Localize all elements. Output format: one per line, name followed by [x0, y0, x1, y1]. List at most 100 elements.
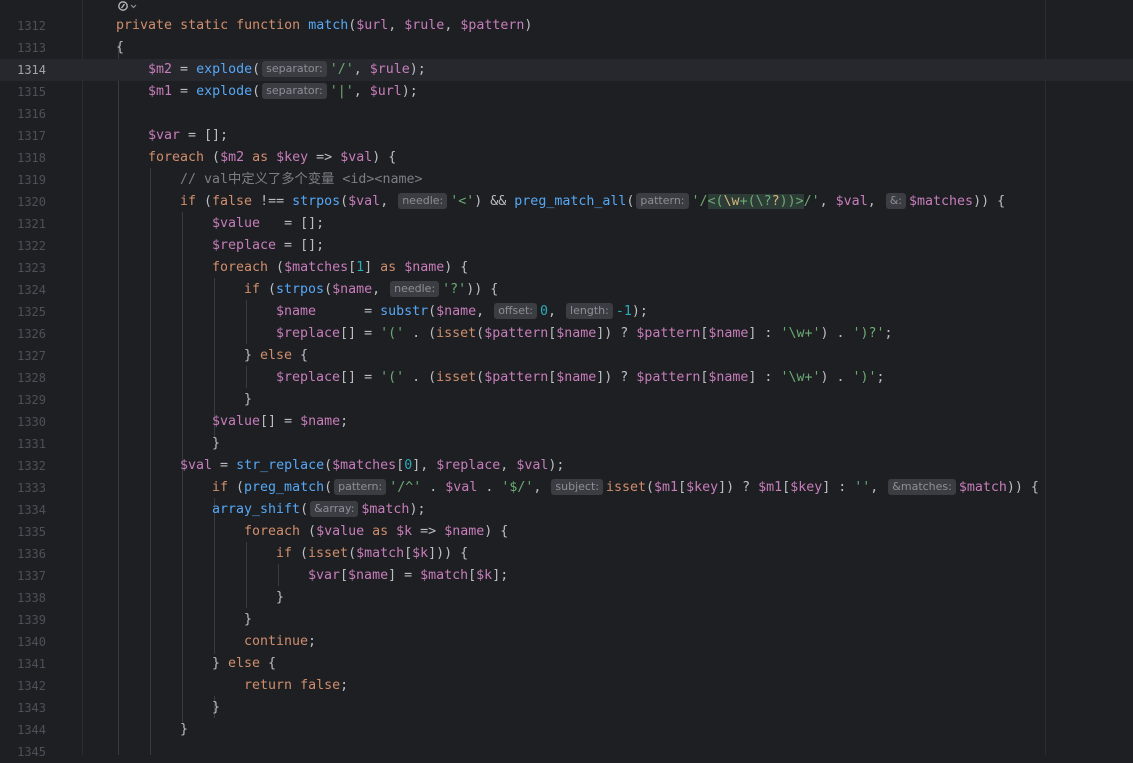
code-line[interactable]: 1325 $name = substr($name, offset: 0, leng…: [0, 301, 1133, 323]
line-number[interactable]: 1341: [0, 653, 46, 675]
line-number[interactable]: 1344: [0, 719, 46, 741]
code-text[interactable]: }: [212, 433, 220, 455]
line-number[interactable]: 1313: [0, 37, 46, 59]
code-text[interactable]: $var = [];: [148, 125, 228, 147]
code-line[interactable]: 1313 {: [0, 37, 1133, 59]
code-line[interactable]: 1317 $var = [];: [0, 125, 1133, 147]
code-line[interactable]: 1333 if (preg_match(pattern: '/^' . $val .…: [0, 477, 1133, 499]
code-line[interactable]: 1319 // val中定义了多个变量 <id><name>: [0, 169, 1133, 191]
code-line[interactable]: 1314 $m2 = explode(separator: '/', $rule);: [0, 59, 1133, 81]
code-line[interactable]: 1318 foreach ($m2 as $key => $val) {: [0, 147, 1133, 169]
code-text[interactable]: }: [180, 719, 188, 741]
line-number[interactable]: 1323: [0, 257, 46, 279]
line-number[interactable]: 1335: [0, 521, 46, 543]
code-text[interactable]: } else {: [212, 653, 276, 675]
code-line[interactable]: 1338}: [0, 587, 1133, 609]
line-number[interactable]: 1316: [0, 103, 46, 125]
code-line[interactable]: 1335 foreach ($value as $k => $name) {: [0, 521, 1133, 543]
line-number[interactable]: 1327: [0, 345, 46, 367]
code-line[interactable]: 1342 return false;: [0, 675, 1133, 697]
code-line[interactable]: 1343}: [0, 697, 1133, 719]
line-number[interactable]: 1322: [0, 235, 46, 257]
ai-inlay-icon[interactable]: [118, 0, 148, 14]
code-line[interactable]: 1327 } else {: [0, 345, 1133, 367]
code-line[interactable]: 1320 if (false !== strpos($val, needle: '<…: [0, 191, 1133, 213]
code-text[interactable]: $m2 = explode(separator: '/', $rule);: [148, 59, 426, 81]
code-line[interactable]: 1345: [0, 741, 1133, 763]
code-text[interactable]: foreach ($m2 as $key => $val) {: [148, 147, 396, 169]
line-number[interactable]: 1319: [0, 169, 46, 191]
line-number[interactable]: 1333: [0, 477, 46, 499]
code-text[interactable]: $value = [];: [212, 213, 324, 235]
line-number[interactable]: 1314: [0, 59, 46, 81]
code-line[interactable]: 1324 if (strpos($name, needle: '?')) {: [0, 279, 1133, 301]
code-text[interactable]: $var[$name] = $match[$k];: [308, 565, 508, 587]
code-text[interactable]: }: [212, 697, 220, 719]
code-text[interactable]: return false;: [244, 675, 348, 697]
line-number[interactable]: 1343: [0, 697, 46, 719]
line-number[interactable]: 1328: [0, 367, 46, 389]
line-number[interactable]: 1345: [0, 741, 46, 763]
code-line[interactable]: 1336 if (isset($match[$k])) {: [0, 543, 1133, 565]
code-line[interactable]: 1341 } else {: [0, 653, 1133, 675]
code-text[interactable]: {: [116, 37, 124, 59]
line-number[interactable]: 1337: [0, 565, 46, 587]
code-text[interactable]: if (false !== strpos($val, needle: '<') &…: [180, 191, 1005, 213]
code-text[interactable]: if (isset($match[$k])) {: [276, 543, 468, 565]
line-number[interactable]: 1334: [0, 499, 46, 521]
code-line[interactable]: 1316: [0, 103, 1133, 125]
code-line[interactable]: 1328 $replace[] = '(' . (isset($pattern[$…: [0, 367, 1133, 389]
line-number[interactable]: 1340: [0, 631, 46, 653]
code-text[interactable]: }: [244, 609, 252, 631]
line-number[interactable]: 1321: [0, 213, 46, 235]
code-text[interactable]: $replace[] = '(' . (isset($pattern[$name…: [276, 323, 893, 345]
code-text[interactable]: if (preg_match(pattern: '/^' . $val . '$/…: [212, 477, 1039, 499]
line-number[interactable]: 1336: [0, 543, 46, 565]
line-number[interactable]: 1331: [0, 433, 46, 455]
line-number[interactable]: 1325: [0, 301, 46, 323]
code-text[interactable]: } else {: [244, 345, 308, 367]
code-text[interactable]: // val中定义了多个变量 <id><name>: [180, 169, 422, 191]
code-editor[interactable]: 1312 private static function match($url, …: [0, 0, 1133, 759]
code-text[interactable]: private static function match($url, $rul…: [116, 15, 532, 37]
code-line[interactable]: 1315 $m1 = explode(separator: '|', $url);: [0, 81, 1133, 103]
line-number[interactable]: 1315: [0, 81, 46, 103]
code-text[interactable]: $replace = [];: [212, 235, 324, 257]
code-line[interactable]: 1334 array_shift(&array: $match);: [0, 499, 1133, 521]
code-line[interactable]: 1344}: [0, 719, 1133, 741]
code-text[interactable]: }: [244, 389, 252, 411]
code-text[interactable]: foreach ($value as $k => $name) {: [244, 521, 508, 543]
line-number[interactable]: 1312: [0, 15, 46, 37]
line-number[interactable]: 1317: [0, 125, 46, 147]
code-text[interactable]: $replace[] = '(' . (isset($pattern[$name…: [276, 367, 885, 389]
line-number[interactable]: 1339: [0, 609, 46, 631]
code-text[interactable]: $m1 = explode(separator: '|', $url);: [148, 81, 418, 103]
code-text[interactable]: continue;: [244, 631, 316, 653]
code-line[interactable]: 1326 $replace[] = '(' . (isset($pattern[$…: [0, 323, 1133, 345]
code-text[interactable]: $name = substr($name, offset: 0, length: -…: [276, 301, 648, 323]
line-number[interactable]: 1332: [0, 455, 46, 477]
line-number[interactable]: 1342: [0, 675, 46, 697]
code-line[interactable]: 1312 private static function match($url, …: [0, 15, 1133, 37]
line-number[interactable]: 1329: [0, 389, 46, 411]
code-line[interactable]: 1331}: [0, 433, 1133, 455]
code-text[interactable]: $value[] = $name;: [212, 411, 348, 433]
code-line[interactable]: 1332 $val = str_replace($matches[0], $rep…: [0, 455, 1133, 477]
code-text[interactable]: array_shift(&array: $match);: [212, 499, 425, 521]
code-text[interactable]: if (strpos($name, needle: '?')) {: [244, 279, 498, 301]
line-number[interactable]: 1338: [0, 587, 46, 609]
code-text[interactable]: $val = str_replace($matches[0], $replace…: [180, 455, 564, 477]
code-line[interactable]: 1323 foreach ($matches[1] as $name) {: [0, 257, 1133, 279]
code-line[interactable]: 1337 $var[$name] = $match[$k];: [0, 565, 1133, 587]
code-text[interactable]: foreach ($matches[1] as $name) {: [212, 257, 468, 279]
code-line[interactable]: 1339}: [0, 609, 1133, 631]
code-line[interactable]: 1340 continue;: [0, 631, 1133, 653]
code-line[interactable]: 1330 $value[] = $name;: [0, 411, 1133, 433]
code-line[interactable]: 1329}: [0, 389, 1133, 411]
code-line[interactable]: 1322 $replace = [];: [0, 235, 1133, 257]
line-number[interactable]: 1320: [0, 191, 46, 213]
line-number[interactable]: 1330: [0, 411, 46, 433]
code-line[interactable]: 1321 $value = [];: [0, 213, 1133, 235]
code-text[interactable]: }: [276, 587, 284, 609]
line-number[interactable]: 1326: [0, 323, 46, 345]
